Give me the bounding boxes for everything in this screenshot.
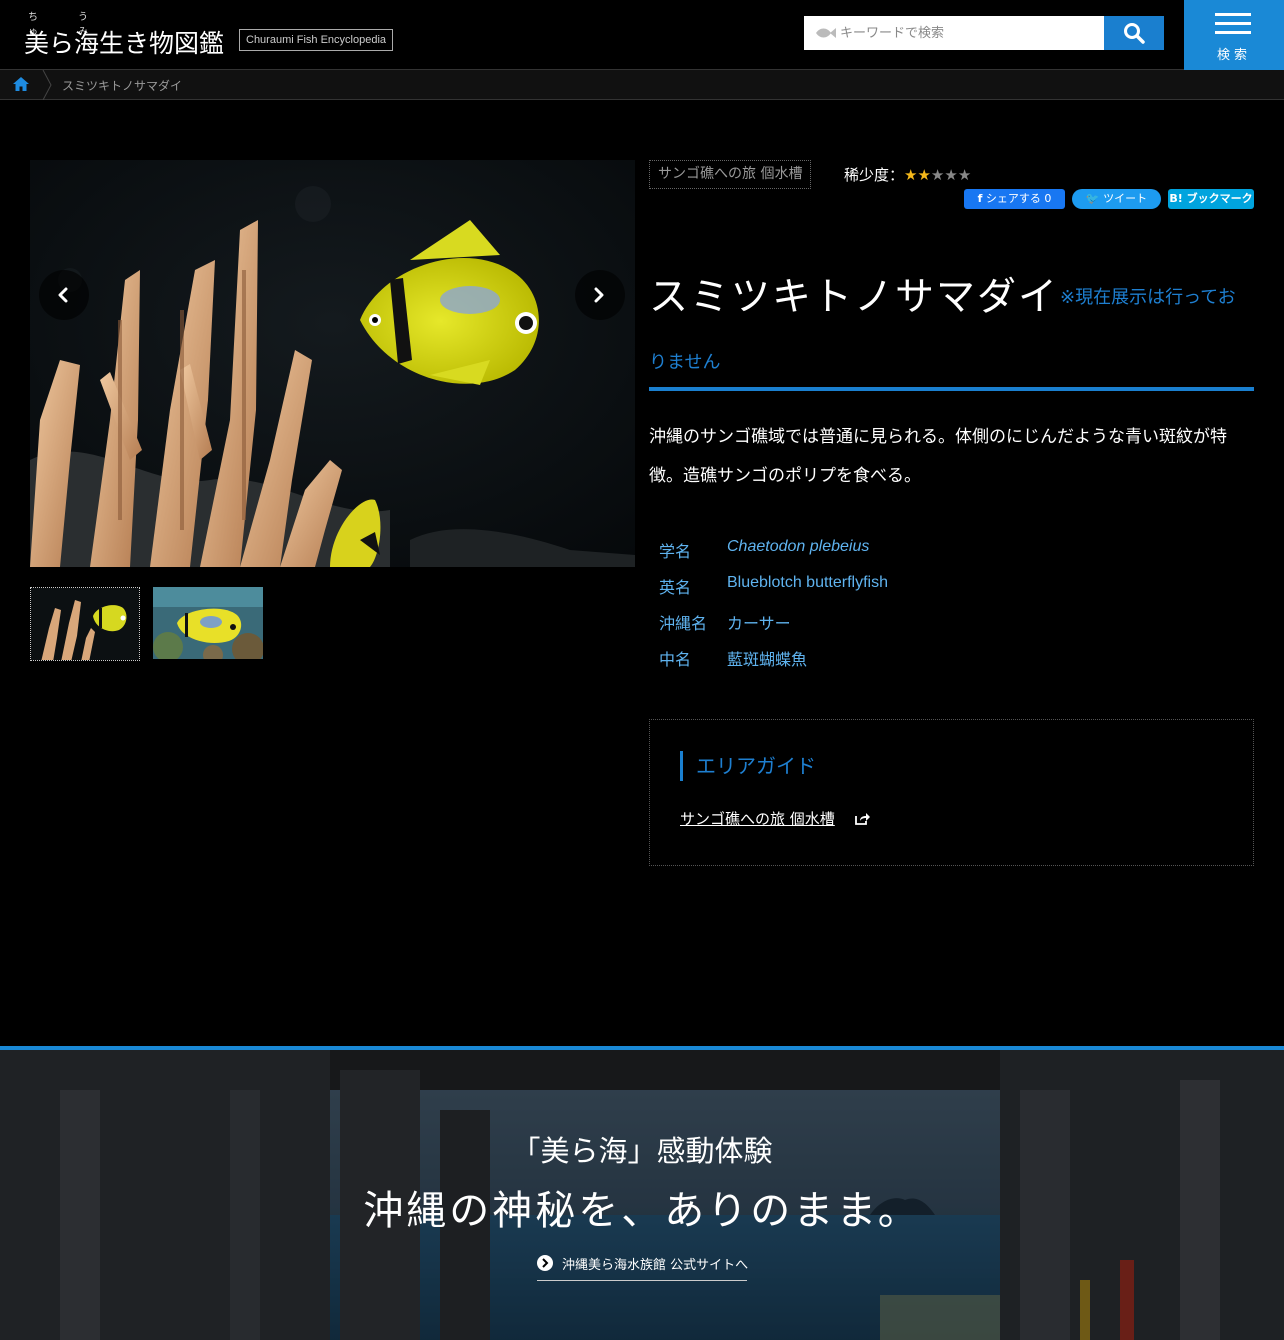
exhibit-notice-continued: りません [649,352,721,373]
twitter-share-button[interactable]: 🐦 ツイート [1072,189,1161,209]
fish-title-block: スミツキトノサマダイ ※現在展示は行ってお りません [649,258,1254,391]
info-key: 沖縄名 [659,614,708,633]
hatena-icon: B! [1169,192,1183,205]
official-site-link-label: 沖縄美ら海水族館 公式サイトへ [562,1258,749,1273]
info-value: Chaetodon plebeius [727,538,870,555]
facebook-icon: f [977,192,983,205]
menu-button[interactable]: 検索 [1184,0,1284,70]
facebook-share-label: シェアする 0 [985,192,1052,205]
info-key: 英名 [659,578,692,597]
circle-arrow-icon [537,1255,553,1271]
rarity-label: 稀少度： [844,166,905,184]
star-filled-icon: ★ [904,166,918,184]
chevron-right-icon [594,287,604,303]
breadcrumb-current: スミツキトノサマダイ [62,79,183,93]
site-header: ちゅ うみ 美ら海生き物図鑑 Churaumi Fish Encyclopedi… [0,0,1284,70]
main-photo [30,160,635,567]
info-value: Blueblotch butterflyfish [727,574,888,591]
banner-headline: 沖縄の神秘を、ありのまま。 [363,1188,921,1234]
info-key: 中名 [659,650,692,669]
aquarium-banner[interactable]: 「美ら海」感動体験 沖縄の神秘を、ありのまま。 沖縄美ら海水族館 公式サイトへ [0,1046,1284,1340]
star-empty-icon: ★ [930,166,945,184]
twitter-bird-icon: 🐦 [1085,192,1100,205]
logo-subtitle: Churaumi Fish Encyclopedia [239,29,394,51]
thumbnail-1-image [31,588,139,660]
external-link-icon [855,813,870,825]
hatena-share-label: ブックマーク [1186,192,1253,205]
fish-photo-image [30,160,635,567]
twitter-share-label: ツイート [1103,192,1148,205]
info-value: 藍斑蝴蝶魚 [727,650,808,669]
info-value: カーサー [727,614,791,633]
facebook-share-button[interactable]: f シェアする 0 [964,189,1065,209]
area-guide-title: エリアガイド [680,751,816,781]
breadcrumb: スミツキトノサマダイ [0,70,1284,100]
star-empty-icon: ★ [944,166,958,184]
breadcrumb-separator-icon [42,70,52,100]
exhibit-notice: ※現在展示は行ってお [1060,287,1236,308]
fish-name: スミツキトノサマダイ [649,275,1060,320]
menu-label: 検索 [1216,48,1251,63]
banner-tagline: 「美ら海」感動体験 [511,1134,773,1168]
search-button[interactable] [1104,16,1164,50]
star-filled-icon: ★ [917,166,931,184]
home-icon[interactable] [12,76,30,92]
rarity-stars: ★★★★★ [904,166,971,184]
hatena-bookmark-button[interactable]: B! ブックマーク [1168,189,1254,209]
search-icon [1124,23,1145,44]
prev-image-button[interactable] [39,270,89,320]
next-image-button[interactable] [575,270,625,320]
info-key: 学名 [659,542,692,561]
fish-description: 沖縄のサンゴ礁域では普通に見られる。体側のにじんだような青い斑紋が特徴。造礁サン… [649,427,1227,486]
thumbnail-2-image [153,587,263,659]
logo-title: 美ら海生き物図鑑 [24,29,225,58]
rarity-rating: 稀少度：★★★★★ [844,164,971,185]
area-guide-link[interactable]: サンゴ礁への旅 個水槽 [680,808,835,829]
fish-icon [816,28,836,38]
thumbnail-1[interactable] [30,587,140,661]
star-empty-icon: ★ [957,166,972,184]
official-site-link[interactable]: 沖縄美ら海水族館 公式サイトへ [537,1253,749,1281]
search-box [804,16,1104,50]
thumbnail-2[interactable] [153,587,263,659]
search-input[interactable] [840,16,1100,50]
hamburger-icon [1215,13,1251,40]
chevron-left-icon [58,287,68,303]
area-guide: エリアガイド サンゴ礁への旅 個水槽 [649,719,1254,866]
area-tag[interactable]: サンゴ礁への旅 個水槽 [649,160,812,189]
